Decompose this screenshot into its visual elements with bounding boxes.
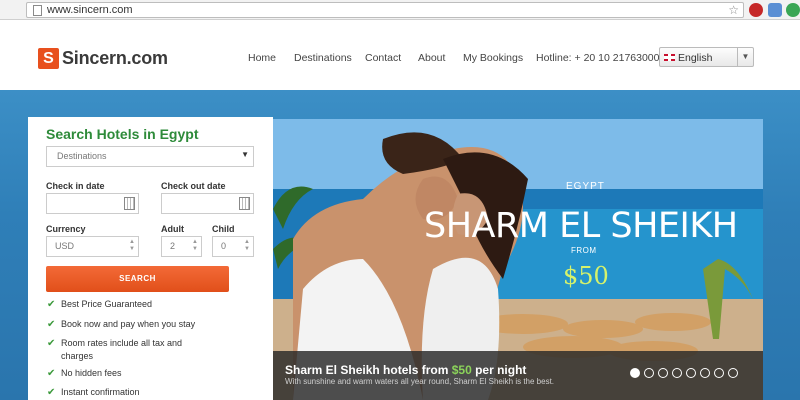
currency-label: Currency (46, 224, 86, 234)
feature-text: Instant confirmation (61, 387, 140, 397)
nav-about-link[interactable]: About (418, 52, 445, 64)
chevron-down-icon: ▼ (737, 48, 753, 66)
search-button[interactable]: SEARCH (46, 266, 229, 292)
caption-title-suffix: per night (471, 363, 527, 377)
calendar-icon[interactable] (124, 197, 135, 210)
calendar-icon[interactable] (239, 197, 250, 210)
slider-dot[interactable] (700, 368, 710, 378)
url-text: www.sincern.com (47, 4, 133, 16)
slider-dot[interactable] (686, 368, 696, 378)
spinner-arrows-icon: ▲ ▼ (192, 239, 198, 252)
bookmark-star-icon[interactable]: ☆ (728, 3, 739, 17)
logo-mark: S (38, 48, 59, 69)
slide-from-label: FROM (571, 246, 597, 255)
nav-destinations-link[interactable]: Destinations (294, 52, 352, 64)
slider-dot[interactable] (658, 368, 668, 378)
slide-caption: Sharm El Sheikh hotels from $50 per nigh… (273, 351, 763, 400)
spinner-arrows-icon: ▲ ▼ (244, 239, 250, 252)
feature-item: ✔ No hidden fees (47, 367, 122, 380)
address-bar[interactable]: www.sincern.com ☆ (26, 2, 744, 18)
check-icon: ✔ (47, 368, 56, 379)
caption-title-text: Sharm El Sheikh hotels from (285, 363, 452, 377)
slider-dot[interactable] (728, 368, 738, 378)
slide-price: $50 (563, 262, 609, 290)
slide-country: EGYPT (566, 181, 605, 192)
extension-icon[interactable] (749, 3, 763, 17)
currency-value: USD (55, 241, 75, 251)
spinner-arrows-icon: ▲ ▼ (129, 239, 135, 252)
feature-item: ✔ Best Price Guaranteed (47, 298, 153, 311)
adult-select[interactable]: 2 ▲ ▼ (161, 236, 202, 257)
checkout-date-input[interactable] (161, 193, 254, 214)
search-title: Search Hotels in Egypt (46, 126, 199, 142)
page-icon (33, 5, 42, 16)
check-icon: ✔ (47, 338, 56, 349)
browser-toolbar: www.sincern.com ☆ (0, 0, 800, 20)
site-header: S Sincern.com Home Destinations Contact … (0, 21, 800, 90)
feature-text: Room rates include all tax and charges (61, 338, 183, 361)
logo-text: Sincern.com (62, 48, 168, 68)
checkout-label: Check out date (161, 181, 226, 191)
extension-icon[interactable] (786, 3, 800, 17)
adult-value: 2 (170, 241, 176, 251)
slider-dot[interactable] (672, 368, 682, 378)
slide-city-title: SHARM EL SHEIKH (424, 206, 738, 246)
caption-price: $50 (451, 363, 472, 377)
checkin-label: Check in date (46, 181, 105, 191)
slider-pagination (630, 368, 738, 378)
destination-placeholder: Destinations (57, 151, 107, 161)
hotline-text: Hotline: + 20 10 21763000 (536, 52, 660, 64)
nav-home-link[interactable]: Home (248, 52, 276, 64)
child-value: 0 (221, 241, 227, 251)
slider-dot[interactable] (644, 368, 654, 378)
feature-item: ✔ Room rates include all tax and charges (47, 337, 201, 363)
currency-select[interactable]: USD ▲ ▼ (46, 236, 139, 257)
child-label: Child (212, 224, 235, 234)
check-icon: ✔ (47, 319, 56, 330)
language-label: English (678, 52, 713, 64)
caption-subtitle: With sunshine and warm waters all year r… (285, 377, 555, 386)
check-icon: ✔ (47, 299, 56, 310)
nav-my-bookings-link[interactable]: My Bookings (463, 52, 523, 64)
chevron-down-icon: ▼ (241, 150, 249, 159)
adult-label: Adult (161, 224, 184, 234)
hotel-search-panel: Search Hotels in Egypt Destinations ▼ Ch… (28, 117, 273, 400)
slider-dot[interactable] (714, 368, 724, 378)
uk-flag-icon (664, 54, 675, 61)
feature-text: No hidden fees (61, 368, 122, 378)
slider-dot[interactable] (630, 368, 640, 378)
feature-text: Book now and pay when you stay (61, 319, 196, 329)
site-logo[interactable]: S Sincern.com (38, 48, 168, 69)
destination-select[interactable]: Destinations ▼ (46, 146, 254, 167)
caption-title: Sharm El Sheikh hotels from $50 per nigh… (285, 363, 526, 377)
child-select[interactable]: 0 ▲ ▼ (212, 236, 254, 257)
nav-contact-link[interactable]: Contact (365, 52, 401, 64)
feature-text: Best Price Guaranteed (61, 299, 153, 309)
camera-extension-icon[interactable] (768, 3, 782, 17)
language-select[interactable]: English ▼ (659, 47, 754, 67)
feature-item: ✔ Instant confirmation (47, 386, 140, 399)
check-icon: ✔ (47, 387, 56, 398)
checkin-date-input[interactable] (46, 193, 139, 214)
feature-item: ✔ Book now and pay when you stay (47, 318, 196, 331)
